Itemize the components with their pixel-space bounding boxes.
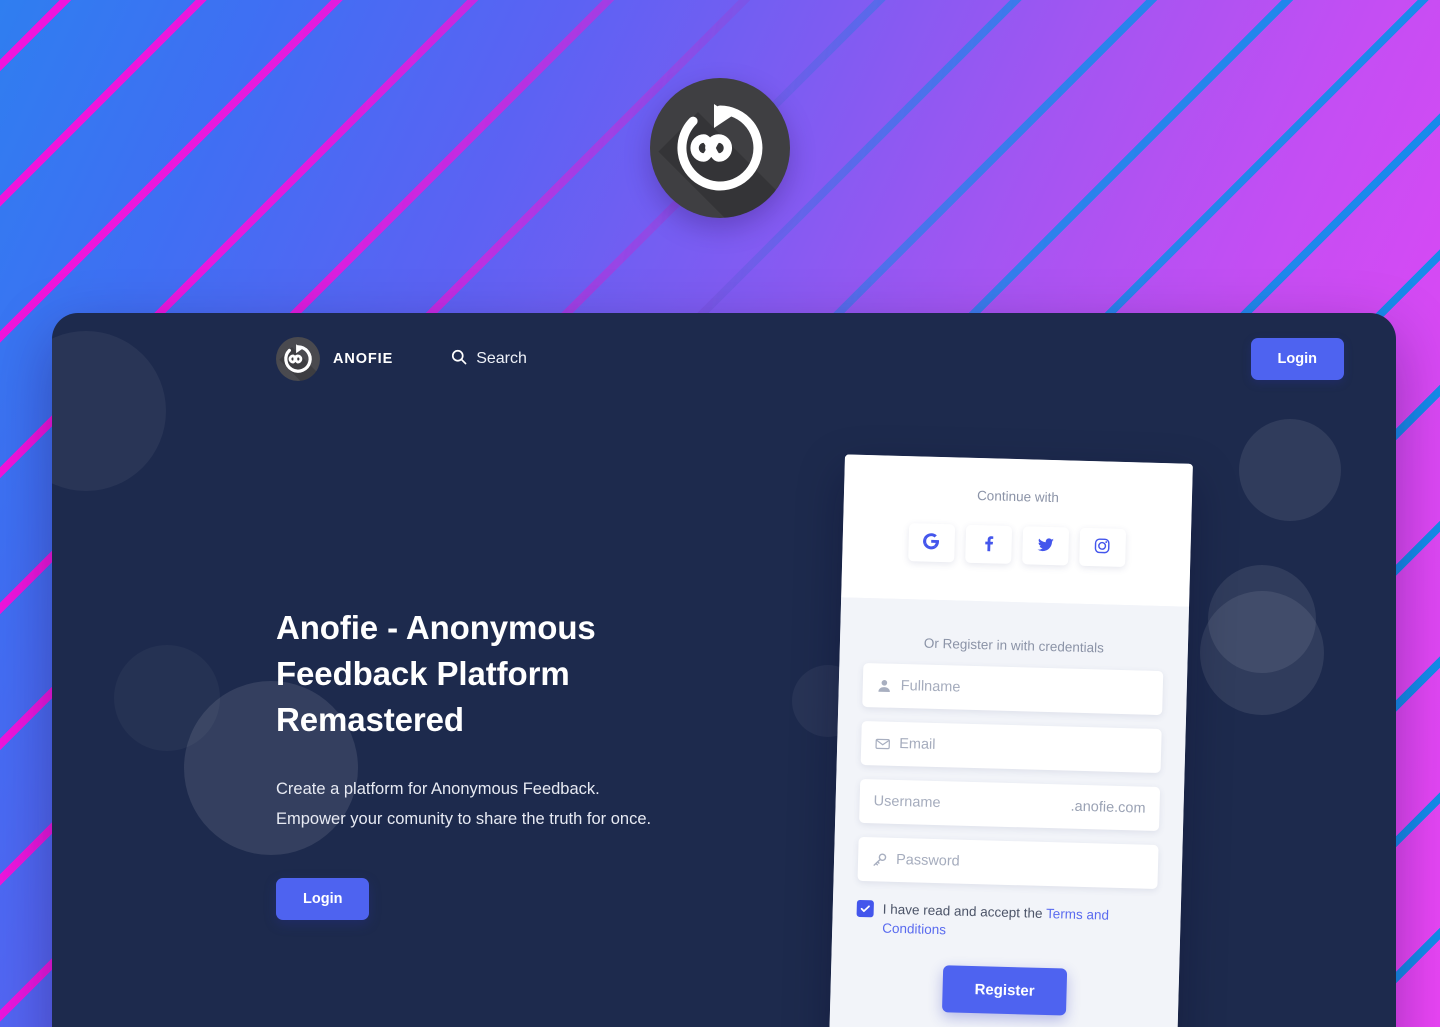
google-login-button[interactable] [907, 523, 955, 563]
facebook-icon [979, 534, 997, 554]
username-domain-suffix: .anofie.com [1070, 798, 1146, 817]
terms-text: I have read and accept the Terms and Con… [882, 900, 1143, 945]
terms-prefix: I have read and accept the [882, 901, 1047, 922]
social-buttons-row [868, 522, 1165, 568]
email-placeholder: Email [899, 735, 936, 753]
terms-checkbox[interactable] [856, 899, 874, 918]
instagram-login-button[interactable] [1078, 527, 1126, 568]
hero-login-button[interactable]: Login [276, 878, 370, 920]
social-login-section: Continue with [841, 454, 1193, 607]
decorative-circle [1200, 591, 1324, 715]
credentials-section: Or Register in with credentials Fullname [829, 597, 1190, 1027]
register-button-row: Register [854, 963, 1155, 1018]
username-placeholder: Username [873, 793, 941, 812]
decorative-circle [1239, 419, 1341, 521]
page-background: ANOFIE Search Login Anofie - Anonymous F… [0, 0, 1440, 1027]
brand-name: ANOFIE [333, 351, 394, 367]
twitter-icon [1036, 535, 1055, 556]
anofie-infinity-refresh-logo-icon [276, 337, 320, 381]
decorative-circle [1208, 565, 1316, 673]
username-field[interactable]: Username .anofie.com [859, 778, 1161, 832]
credentials-caption: Or Register in with credentials [923, 635, 1105, 656]
checkmark-icon [860, 905, 870, 913]
email-field[interactable]: Email [860, 720, 1162, 774]
fullname-field[interactable]: Fullname [862, 662, 1164, 716]
nav-login-button[interactable]: Login [1250, 338, 1344, 380]
hero-subtitle-line-1: Create a platform for Anonymous Feedback… [276, 780, 600, 798]
password-field[interactable]: Password [857, 836, 1159, 890]
instagram-icon [1093, 537, 1111, 557]
hero-title-line-3: Remastered [276, 701, 464, 738]
nav-search-button[interactable]: Search [451, 349, 527, 370]
page-title: Anofie - Anonymous Feedback Platform Rem… [276, 605, 796, 743]
envelope-icon [875, 736, 890, 751]
user-icon [877, 678, 892, 693]
continue-with-label: Continue with [976, 487, 1060, 506]
hero-subtitle: Create a platform for Anonymous Feedback… [276, 774, 796, 834]
google-icon [922, 533, 940, 553]
key-icon [872, 852, 887, 867]
search-icon [451, 349, 467, 370]
nav-search-label: Search [476, 350, 527, 367]
brand-logo-link[interactable]: ANOFIE [276, 337, 393, 381]
navbar: ANOFIE Search Login [52, 313, 1396, 405]
decorative-circle [114, 645, 220, 751]
hero-title-line-1: Anofie - Anonymous [276, 609, 596, 646]
hero-title-line-2: Feedback Platform [276, 655, 570, 692]
app-window-panel: ANOFIE Search Login Anofie - Anonymous F… [52, 313, 1396, 1027]
password-placeholder: Password [895, 851, 960, 870]
register-card: Continue with Or Register in with creden… [829, 454, 1193, 1027]
hero-subtitle-line-2: Empower your comunity to share the truth… [276, 810, 652, 828]
terms-acceptance-row: I have read and accept the Terms and Con… [856, 899, 1157, 945]
register-button[interactable]: Register [941, 965, 1068, 1016]
twitter-login-button[interactable] [1021, 526, 1069, 566]
app-logo-badge [650, 78, 790, 218]
facebook-login-button[interactable] [964, 524, 1012, 564]
hero-section: Anofie - Anonymous Feedback Platform Rem… [276, 605, 796, 920]
fullname-placeholder: Fullname [900, 677, 961, 696]
